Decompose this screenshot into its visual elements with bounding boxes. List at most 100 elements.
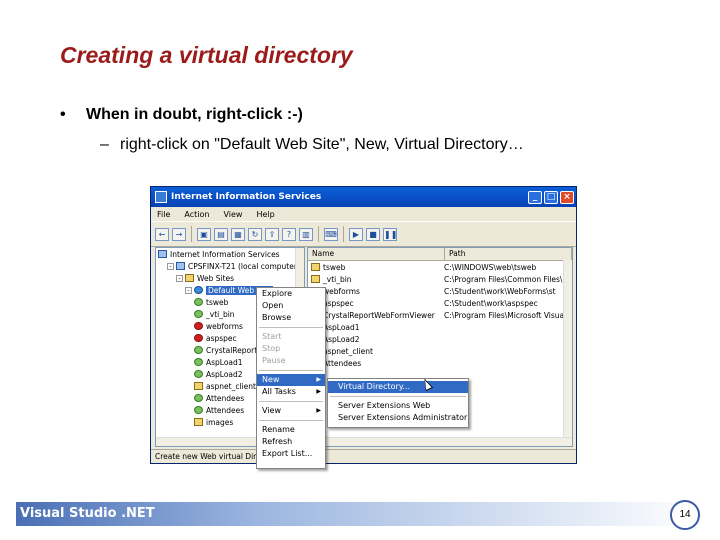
- show-tree-icon[interactable]: ▤: [214, 227, 228, 241]
- list-item[interactable]: webforms C:\Student\work\WebForms\st: [308, 285, 572, 297]
- menu-item[interactable]: Rename: [257, 424, 325, 436]
- list-item[interactable]: tsweb C:\WINDOWS\web\tsweb: [308, 261, 572, 273]
- menu-item[interactable]: Export List...: [257, 448, 325, 460]
- list-item-name: webforms: [323, 286, 360, 296]
- tree-item[interactable]: - CPSFINX-T21 (local computer): [156, 260, 304, 272]
- tree-item-label: Internet Information Services: [170, 249, 280, 259]
- iis-app-icon: [155, 191, 167, 203]
- menu-item-label: Explore: [262, 289, 293, 298]
- folder-icon: [194, 382, 203, 390]
- submenu-arrow-icon: ▶: [316, 407, 321, 414]
- tree-item-label: aspspec: [206, 333, 237, 343]
- menu-item-label: Server Extensions Web: [338, 401, 431, 410]
- menu-item[interactable]: Browse: [257, 312, 325, 324]
- menu-item: Start: [257, 331, 325, 343]
- menu-item-label: Refresh: [262, 437, 293, 446]
- list-item-name: AspLoad1: [323, 322, 360, 332]
- maximize-button[interactable]: □: [544, 190, 558, 204]
- list-item-name: CrystalReportWebFormViewer: [323, 310, 435, 320]
- list-item[interactable]: aspspec C:\Student\work\aspspec: [308, 297, 572, 309]
- list-item[interactable]: Attendees: [308, 357, 572, 369]
- close-button[interactable]: ×: [560, 190, 574, 204]
- menu-item[interactable]: Virtual Directory...: [328, 381, 468, 393]
- menu-view[interactable]: View: [223, 210, 242, 219]
- tree-item-label: webforms: [206, 321, 243, 331]
- list-item[interactable]: _vti_bin C:\Program Files\Common Files\: [308, 273, 572, 285]
- up-folder-icon[interactable]: ▣: [197, 227, 211, 241]
- help-icon[interactable]: ?: [282, 227, 296, 241]
- list-item-path: C:\Student\work\WebForms\st: [444, 286, 556, 296]
- expand-collapse-icon[interactable]: -: [167, 262, 174, 270]
- toolbar-separator: [191, 226, 192, 242]
- horizontal-scrollbar[interactable]: [308, 437, 572, 446]
- tree-item-label: images: [206, 417, 234, 427]
- window-titlebar[interactable]: Internet Information Services _ □ ×: [151, 187, 576, 207]
- column-header-path[interactable]: Path: [445, 248, 572, 260]
- tree-item-label: Attendees: [206, 405, 245, 415]
- stop-icon[interactable]: ■: [366, 227, 380, 241]
- menu-action[interactable]: Action: [184, 210, 209, 219]
- pause-icon[interactable]: ❚❚: [383, 227, 397, 241]
- back-icon[interactable]: ←: [155, 227, 169, 241]
- list-item[interactable]: AspLoad2: [308, 333, 572, 345]
- bullet-level-1: • When in doubt, right-click :-): [60, 106, 303, 124]
- list-item-path: C:\WINDOWS\web\tsweb: [444, 262, 537, 272]
- list-item[interactable]: CrystalReportWebFormViewer C:\Program Fil…: [308, 309, 572, 321]
- menu-item: Stop: [257, 343, 325, 355]
- grid-icon[interactable]: ▥: [299, 227, 313, 241]
- menu-item[interactable]: All Tasks ▶: [257, 386, 325, 398]
- column-header-name[interactable]: Name: [308, 248, 445, 260]
- forward-icon[interactable]: →: [172, 227, 186, 241]
- menu-item-label: View: [262, 406, 281, 415]
- gear-icon: [194, 298, 203, 306]
- tree-item-label: Web Sites: [197, 273, 235, 283]
- computer-icon[interactable]: ⌨: [324, 227, 338, 241]
- submenu-arrow-icon: ▶: [316, 376, 321, 383]
- minimize-button[interactable]: _: [528, 190, 542, 204]
- toolbar-separator: [343, 226, 344, 242]
- list-item[interactable]: aspnet_client: [308, 345, 572, 357]
- refresh-icon[interactable]: ↻: [248, 227, 262, 241]
- folder-icon: [311, 275, 320, 283]
- list-item[interactable]: AspLoad1: [308, 321, 572, 333]
- folder-icon: [194, 418, 203, 426]
- menu-separator: [330, 396, 466, 397]
- list-item-name-cell: tsweb: [308, 263, 440, 272]
- menu-item[interactable]: Server Extensions Administrator: [328, 412, 468, 424]
- gear-icon: [194, 358, 203, 366]
- tree-item-label: CrystalReport: [206, 345, 258, 355]
- play-icon[interactable]: ▶: [349, 227, 363, 241]
- expand-collapse-icon[interactable]: -: [176, 274, 183, 282]
- gear-icon: [194, 370, 203, 378]
- page-number: 14: [670, 500, 700, 530]
- menu-item-label: Export List...: [262, 449, 313, 458]
- menu-item[interactable]: Refresh: [257, 436, 325, 448]
- menu-bar: File Action View Help: [151, 207, 576, 221]
- menu-help[interactable]: Help: [256, 210, 274, 219]
- menu-item-label: New: [262, 375, 280, 384]
- tree-item-label: CPSFINX-T21 (local computer): [188, 261, 300, 271]
- list-header: Name Path: [308, 248, 572, 261]
- expand-collapse-icon[interactable]: -: [185, 286, 192, 294]
- menu-item-label: Stop: [262, 344, 281, 353]
- vertical-scrollbar[interactable]: [563, 260, 572, 438]
- list-item-path: C:\Program Files\Common Files\: [444, 274, 563, 284]
- tree-item[interactable]: - Web Sites: [156, 272, 304, 284]
- menu-item[interactable]: Server Extensions Web: [328, 400, 468, 412]
- gear-icon: [194, 406, 203, 414]
- export-icon[interactable]: ⇪: [265, 227, 279, 241]
- bullet-2-text: right-click on "Default Web Site", New, …: [120, 136, 524, 153]
- list-item-path: C:\Program Files\Microsoft Visua: [444, 310, 565, 320]
- stop-icon: [194, 322, 203, 330]
- menu-item[interactable]: Explore: [257, 288, 325, 300]
- properties-icon[interactable]: ▦: [231, 227, 245, 241]
- menu-item[interactable]: View ▶: [257, 405, 325, 417]
- menu-item[interactable]: New ▶: [257, 374, 325, 386]
- menu-item[interactable]: Open: [257, 300, 325, 312]
- menu-item-label: Virtual Directory...: [338, 382, 411, 391]
- menu-file[interactable]: File: [157, 210, 170, 219]
- context-submenu-new: Virtual Directory... Server Extensions We…: [327, 378, 469, 428]
- tree-item-label: tsweb: [206, 297, 229, 307]
- tree-item[interactable]: Internet Information Services: [156, 248, 304, 260]
- bullet-dot: •: [60, 106, 66, 123]
